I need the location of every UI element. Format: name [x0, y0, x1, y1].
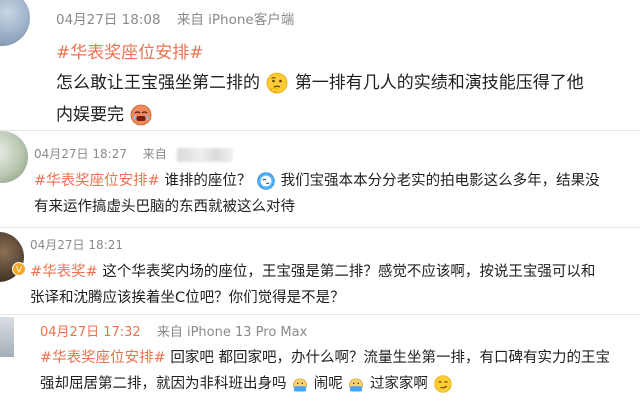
- comment-card: V 04月27日 18:21 #华表奖# 这个华表奖内场的座位，王宝强是第二排？…: [0, 228, 640, 314]
- comment-text: #华表奖座位安排# 回家吧 都回家吧，办什么啊？流量生坐第一排，有口碑有实力的王…: [40, 350, 611, 366]
- comment-meta: 04月27日 18:27 来自: [34, 145, 233, 162]
- comment-date: 04月27日: [40, 325, 100, 340]
- hashtag-link[interactable]: #华表奖座位安排#: [56, 43, 204, 63]
- avatar[interactable]: [0, 0, 30, 46]
- comment-card: 04月27日 18:08 来自 iPhone客户端 #华表奖座位安排# 怎么敢让…: [0, 0, 640, 128]
- comment-date: 04月27日: [56, 12, 118, 28]
- comment-time: 18:21: [88, 238, 123, 252]
- comment-text: 内娱要完: [56, 100, 153, 127]
- comment-text: 有来运作搞虚头巴脑的东西就被这么对待: [34, 199, 295, 215]
- comment-text: #华表奖座位安排# 谁排的座位？ 我们宝强本本分分老实的拍电影这么多年，结果没: [34, 172, 600, 190]
- avatar[interactable]: [0, 131, 28, 183]
- blurred-device-text: [176, 147, 233, 162]
- comment-card: 04月27日 17:32 来自 iPhone 13 Pro Max #华表奖座位…: [0, 315, 640, 401]
- comment-date: 04月27日: [30, 238, 85, 252]
- comment-time: 18:08: [121, 12, 161, 28]
- hashtag-link[interactable]: #华表奖座位安排#: [34, 173, 160, 189]
- hashtag-link[interactable]: #华表奖座位安排#: [40, 350, 166, 366]
- comment-text: 强却屈居第二排，就因为非科班出身吗 闹呢 过家家啊: [40, 372, 453, 394]
- svg-text:V: V: [16, 265, 22, 275]
- comment-time: 18:27: [92, 147, 127, 161]
- smirk-face-icon: [433, 375, 452, 393]
- doge-face-icon: [349, 378, 364, 392]
- avatar[interactable]: [0, 317, 14, 357]
- comment-card: 04月27日 18:27 来自 #华表奖座位安排# 谁排的座位？ 我们宝强本本分…: [0, 131, 640, 226]
- comment-meta: 04月27日 18:21: [30, 236, 123, 253]
- crying-face-icon: [131, 104, 152, 126]
- doge-face-icon: [293, 378, 308, 392]
- comment-meta: 04月27日 17:32 来自 iPhone 13 Pro Max: [40, 321, 307, 340]
- thinking-face-icon: [267, 72, 288, 94]
- comment-text: #华表奖# 这个华表奖内场的座位，王宝强是第二排？感觉不应该啊，按说王宝强可以和: [30, 264, 596, 280]
- comment-meta: 04月27日 18:08 来自 iPhone客户端: [56, 8, 294, 28]
- comment-source: 来自 iPhone客户端: [176, 12, 295, 28]
- comment-text: #华表奖座位安排#: [56, 38, 204, 63]
- comment-text: 张译和沈腾应该挨着坐C位吧？你们觉得是不是？: [30, 290, 345, 306]
- comment-source: 来自: [142, 147, 167, 161]
- verified-badge-icon: V: [12, 262, 26, 276]
- comment-source: 来自 iPhone 13 Pro Max: [156, 325, 308, 340]
- laughing-face-icon: [257, 172, 275, 190]
- hashtag-link[interactable]: #华表奖#: [30, 264, 98, 280]
- comment-text: 怎么敢让王宝强坐第二排的 第一排有几人的实绩和演技能压得了他: [56, 72, 584, 94]
- comment-time: 17:32: [103, 325, 141, 340]
- comment-date: 04月27日: [34, 147, 89, 161]
